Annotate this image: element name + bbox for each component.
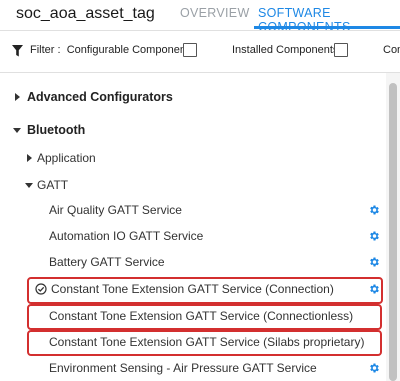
tree-item-battery[interactable]: Battery GATT Service <box>0 250 386 276</box>
tree-item-cte-connectionless[interactable]: Constant Tone Extension GATT Service (Co… <box>0 304 386 330</box>
filter-title: Filter : <box>30 44 61 56</box>
gear-icon[interactable] <box>368 256 380 268</box>
tree-item-label: Constant Tone Extension GATT Service (Co… <box>51 282 334 296</box>
tree-item-label: Constant Tone Extension GATT Service (Co… <box>49 309 354 323</box>
filter-label: Filter : Configurable Components <box>30 44 195 56</box>
caret-right-icon[interactable] <box>27 154 32 162</box>
configurable-components-label[interactable]: Configurable Components <box>67 44 195 56</box>
tree-category-bluetooth[interactable]: Bluetooth <box>0 118 386 144</box>
tree-item-label: Environment Sensing - Air Pressure GATT … <box>49 361 317 375</box>
component-tree: Advanced Configurators Bluetooth Applica… <box>0 73 386 381</box>
tree-item-cte-connection[interactable]: Constant Tone Extension GATT Service (Co… <box>0 277 386 303</box>
caret-right-icon[interactable] <box>15 93 20 101</box>
gear-icon[interactable] <box>368 204 380 216</box>
tree-category-label: GATT <box>37 178 69 192</box>
filter-overflow-label[interactable]: Con <box>383 44 400 56</box>
tree-item-label: Air Quality GATT Service <box>49 203 182 217</box>
tree-scrollbar[interactable] <box>386 73 400 381</box>
tree-category-label: Bluetooth <box>27 123 86 137</box>
caret-down-icon[interactable] <box>13 128 21 133</box>
caret-down-icon[interactable] <box>25 183 33 188</box>
tree-category-label: Application <box>37 151 96 165</box>
gear-icon[interactable] <box>368 283 380 295</box>
tree-item-label: Constant Tone Extension GATT Service (Si… <box>49 335 365 349</box>
scrollbar-thumb[interactable] <box>389 83 397 381</box>
tree-item-label: Automation IO GATT Service <box>49 229 204 243</box>
active-tab-indicator <box>254 26 400 29</box>
tree-category-gatt[interactable]: GATT <box>0 173 386 199</box>
tree-item-air-quality[interactable]: Air Quality GATT Service <box>0 198 386 224</box>
app-title: soc_aoa_asset_tag <box>16 5 155 22</box>
gear-icon[interactable] <box>368 362 380 374</box>
tree-category-label: Advanced Configurators <box>27 90 173 104</box>
tree-item-automation-io[interactable]: Automation IO GATT Service <box>0 224 386 250</box>
filter-bar: Filter : Configurable Components Install… <box>0 31 400 72</box>
filter-icon <box>12 45 23 57</box>
installed-components-checkbox[interactable] <box>334 43 348 57</box>
configurable-components-checkbox[interactable] <box>183 43 197 57</box>
tree-item-label: Battery GATT Service <box>49 255 165 269</box>
check-circle-icon <box>35 283 47 295</box>
tree-category-application[interactable]: Application <box>0 146 386 172</box>
gear-icon[interactable] <box>368 230 380 242</box>
tree-category-advanced-configurators[interactable]: Advanced Configurators <box>0 85 386 111</box>
installed-components-label[interactable]: Installed Components <box>232 44 338 56</box>
header-bar: soc_aoa_asset_tag OVERVIEW SOFTWARE COMP… <box>0 0 400 34</box>
tree-item-environment-sensing[interactable]: Environment Sensing - Air Pressure GATT … <box>0 356 386 381</box>
tree-item-cte-silabs[interactable]: Constant Tone Extension GATT Service (Si… <box>0 330 386 356</box>
tab-overview[interactable]: OVERVIEW <box>180 6 250 20</box>
